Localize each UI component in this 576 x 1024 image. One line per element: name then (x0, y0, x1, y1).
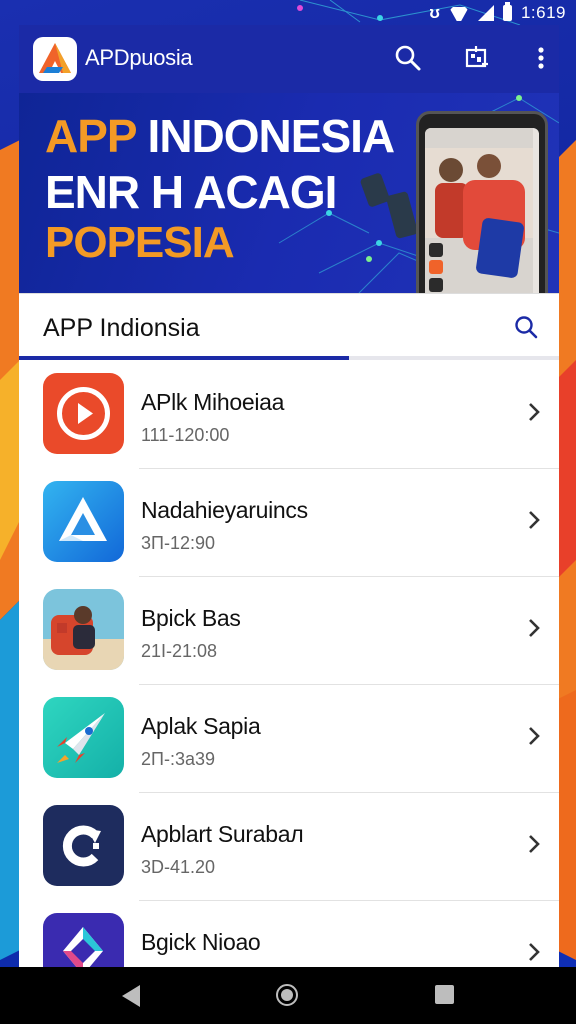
banner-headline-2: ENR H ACAGI (45, 166, 337, 218)
wifi-icon (449, 5, 469, 21)
list-item[interactable]: APlk Mihoeiaa 111-120:00 (19, 361, 559, 469)
app-window: APDpuosia APP INDONESIA ENR H ACAGI POPE… (19, 25, 559, 967)
system-nav-bar (0, 967, 576, 1024)
app-meta: 3D-41.20 (141, 857, 216, 877)
play-app-icon (43, 373, 124, 454)
home-icon[interactable] (276, 984, 298, 1006)
banner-headline-3: POPESIA (45, 218, 235, 267)
list-item[interactable]: Aplak Sapia 2П-:3a39 (19, 685, 559, 793)
promo-banner[interactable]: APP INDONESIA ENR H ACAGI POPESIA (19, 93, 559, 293)
search-icon[interactable] (393, 43, 423, 73)
vibrate-icon: ʊ (429, 3, 440, 22)
app-name: Bpick Bas (141, 605, 241, 631)
section-header: APP Indionsia (19, 293, 559, 360)
signal-icon (477, 5, 494, 21)
chevron-right-icon (527, 725, 541, 747)
app-title: APDpuosia (85, 45, 193, 70)
back-icon[interactable] (122, 985, 140, 1007)
status-time: 1:619 (520, 3, 566, 22)
list-item[interactable]: Bgick Nioao (19, 901, 559, 967)
recents-icon[interactable] (435, 985, 454, 1004)
app-name: APlk Mihoeiaa (141, 389, 285, 415)
app-meta: 2П-:3a39 (141, 749, 215, 769)
list-item[interactable]: Nadahieyaruincs 3П-12:90 (19, 469, 559, 577)
chevron-right-icon (527, 401, 541, 423)
app-name: Bgick Nioao (141, 929, 261, 955)
app-meta: 111-120:00 (141, 425, 230, 445)
tab-indicator (19, 356, 349, 360)
status-bar: ʊ 1:619 (0, 0, 576, 26)
chevron-right-icon (527, 617, 541, 639)
search-icon[interactable] (513, 314, 539, 340)
app-logo-icon (33, 37, 77, 81)
rocket-app-icon (43, 697, 124, 778)
battery-icon (502, 2, 512, 21)
refresh-app-icon (43, 805, 124, 886)
phone-illustration (416, 111, 548, 293)
app-list: APlk Mihoeiaa 111-120:00 Nadahieyaruincs… (19, 361, 559, 967)
app-meta: 21І-21:08 (141, 641, 218, 661)
diamond-app-icon (43, 913, 124, 967)
list-item[interactable]: Apblart Surabaл 3D-41.20 (19, 793, 559, 901)
app-bar: APDpuosia (19, 25, 559, 93)
section-title: APP Indionsia (43, 314, 200, 342)
app-meta: 3П-12:90 (141, 533, 215, 553)
triangle-app-icon (43, 481, 124, 562)
banner-headline-1: APP INDONESIA (45, 110, 395, 162)
chevron-right-icon (527, 833, 541, 855)
app-name: Aplak Sapia (141, 713, 261, 739)
chevron-right-icon (527, 509, 541, 531)
more-vert-icon[interactable] (528, 43, 558, 73)
list-item[interactable]: Bpick Bas 21І-21:08 (19, 577, 559, 685)
photo-app-icon (43, 589, 124, 670)
chevron-right-icon (527, 941, 541, 963)
app-name: Nadahieyaruincs (141, 497, 308, 523)
qr-scan-icon[interactable] (462, 43, 492, 73)
app-name: Apblart Surabaл (141, 821, 304, 847)
